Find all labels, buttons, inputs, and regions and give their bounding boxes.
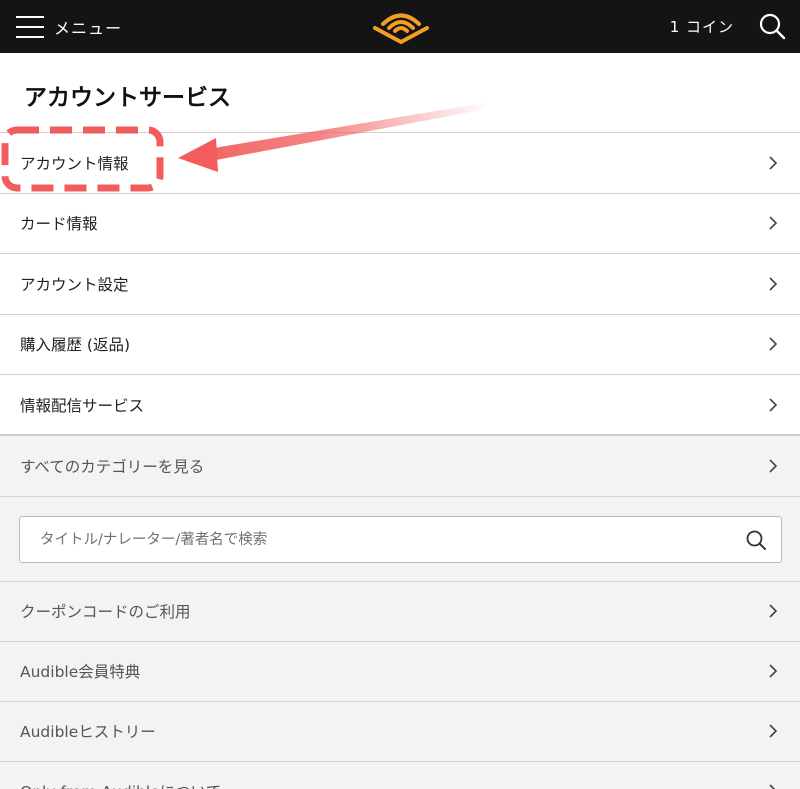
list-item-label: Audibleヒストリー <box>20 723 156 741</box>
chevron-right-icon <box>769 337 778 351</box>
list-item-label: 情報配信サービス <box>20 396 145 415</box>
list-item-label: Audible会員特典 <box>20 663 141 681</box>
hamburger-icon <box>16 15 44 39</box>
list-item-newsletter-service[interactable]: 情報配信サービス <box>0 374 800 435</box>
list-item-label: アカウント設定 <box>20 275 129 294</box>
list-item-label: 購入履歴 (返品) <box>20 336 131 355</box>
list-item-only-from-audible[interactable]: Only from Audibleについて <box>0 761 800 789</box>
list-item-account-settings[interactable]: アカウント設定 <box>0 253 800 314</box>
list-item-member-benefits[interactable]: Audible会員特典 <box>0 641 800 701</box>
coin-balance[interactable]: 1 コイン <box>670 16 734 37</box>
list-item-account-info[interactable]: アカウント情報 <box>0 132 800 193</box>
browse-section: すべてのカテゴリーを見る クーポンコードのご利用 Audible会員特典 Aud… <box>0 434 800 789</box>
chevron-right-icon <box>769 724 778 738</box>
chevron-right-icon <box>769 156 778 170</box>
list-item-label: アカウント情報 <box>20 154 129 173</box>
list-item-label: クーポンコードのご利用 <box>20 603 191 621</box>
chevron-right-icon <box>769 459 778 473</box>
top-navigation-bar: メニュー 1 コイン <box>0 0 800 53</box>
list-item-label: Only from Audibleについて <box>20 780 221 789</box>
chevron-right-icon <box>769 398 778 412</box>
page-title: アカウントサービス <box>24 85 231 111</box>
chevron-right-icon <box>769 216 778 230</box>
chevron-right-icon <box>769 784 776 789</box>
list-item-audible-history[interactable]: Audibleヒストリー <box>0 701 800 761</box>
account-service-list: アカウント情報 カード情報 アカウント設定 購入履歴 (返品) 情報配信サービス <box>0 132 800 435</box>
search-field[interactable] <box>19 516 782 563</box>
list-item-purchase-history[interactable]: 購入履歴 (返品) <box>0 313 800 374</box>
all-categories-link[interactable]: すべてのカテゴリーを見る <box>0 436 800 496</box>
menu-label: メニュー <box>54 19 123 38</box>
list-item-coupon-code[interactable]: クーポンコードのご利用 <box>0 581 800 641</box>
list-item-card-info[interactable]: カード情報 <box>0 192 800 253</box>
chevron-right-icon <box>769 604 778 618</box>
chevron-right-icon <box>769 277 778 291</box>
search-icon[interactable] <box>758 12 786 40</box>
divider <box>0 496 800 497</box>
list-item-label: すべてのカテゴリーを見る <box>20 458 205 476</box>
search-input[interactable] <box>20 517 720 562</box>
chevron-right-icon <box>769 664 778 678</box>
audible-logo[interactable] <box>373 9 429 45</box>
list-item-label: カード情報 <box>20 215 98 234</box>
search-icon[interactable] <box>745 529 767 551</box>
menu-button[interactable]: メニュー <box>16 12 122 42</box>
